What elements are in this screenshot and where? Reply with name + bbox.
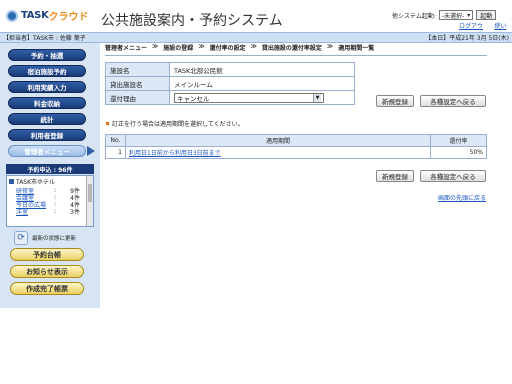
system-select[interactable]: -未選択- ▾ xyxy=(438,10,474,20)
period-table: No. 適用期間 還付率 1 利用日1日前から利用日3日前まで 50% xyxy=(105,134,487,159)
breadcrumb-item: 適用期間一覧 xyxy=(338,45,375,52)
bullet-icon xyxy=(106,122,109,125)
square-bullet-icon xyxy=(9,179,14,184)
room-link[interactable]: 洋室 xyxy=(16,207,54,216)
col-rate-header: 還付率 xyxy=(430,134,487,147)
row-rate: 50% xyxy=(430,146,487,159)
facility-value: TASK北部公民館 xyxy=(169,62,355,77)
status-bar: 【担当者】TASK市 : 佐藤 葉子 【本日】平成21年 3月 5日(木) xyxy=(0,32,512,43)
today-date: 【本日】平成21年 3月 5日(木) xyxy=(425,35,509,42)
reason-select[interactable]: キャンセル ▼ xyxy=(174,92,324,103)
app-title: 公共施設案内・予約システム xyxy=(101,13,283,29)
reservation-count-header: 予約申込 : 96件 xyxy=(6,164,94,174)
refresh-icon[interactable]: ⟳ xyxy=(14,231,28,245)
logo-mark-icon xyxy=(6,9,18,22)
menu-lodging-reservation[interactable]: 宿泊施設予約 xyxy=(8,65,86,77)
facility-info-table: 施設名 TASK北部公民館 貸出施設名 メインルーム 還付理由 キャンセル ▼ xyxy=(105,62,355,105)
breadcrumb-separator-icon: ≫ xyxy=(198,43,205,50)
menu-user-registration[interactable]: 利用者登録 xyxy=(8,129,86,141)
new-register-button-bottom[interactable]: 新規登録 xyxy=(376,170,414,182)
menu-usage-input[interactable]: 利用実績入力 xyxy=(8,81,86,93)
menu-fee-collection[interactable]: 料金収納 xyxy=(8,97,86,109)
active-menu-arrow-icon xyxy=(87,146,95,156)
breadcrumb-separator-icon: ≫ xyxy=(152,43,159,50)
logo: TASK クラウド xyxy=(6,8,89,23)
instruction-note: 訂正を行う場合は適用期間を選択してください。 xyxy=(106,119,244,128)
menu-statistics[interactable]: 統計 xyxy=(8,113,86,125)
header: TASK クラウド 公共施設案内・予約システム 他システム起動: -未選択- ▾… xyxy=(0,0,512,39)
report-button[interactable]: 作成完了帳票 xyxy=(10,282,84,295)
new-register-button[interactable]: 新規登録 xyxy=(376,95,414,107)
chevron-down-icon: ▾ xyxy=(467,11,471,19)
menu-reservation-lottery[interactable]: 予約・抽選 xyxy=(8,49,86,61)
period-link[interactable]: 利用日1日前から利用日3日前まで xyxy=(129,150,221,157)
chevron-down-icon: ▼ xyxy=(313,93,321,102)
breadcrumb-item: 管理者メニュー xyxy=(105,45,148,52)
row-no: 1 xyxy=(105,146,126,159)
room-count: 3件 xyxy=(70,209,80,216)
brand-sub: クラウド xyxy=(48,12,89,23)
launch-button[interactable]: 起動 xyxy=(476,10,497,20)
brand-main: TASK xyxy=(21,10,49,21)
col-period-header: 適用期間 xyxy=(125,134,431,147)
notice-button[interactable]: お知らせ表示 xyxy=(10,265,84,278)
breadcrumb-item: 貸出施設の還付率設定 xyxy=(261,45,322,52)
col-no-header: No. xyxy=(105,134,126,147)
refresh-control[interactable]: ⟳ 最新の状態に更新 xyxy=(14,231,76,245)
room-label: 貸出施設名 xyxy=(105,76,170,91)
back-to-settings-button[interactable]: 各種設定へ戻る xyxy=(420,95,486,107)
divider xyxy=(105,55,487,56)
reason-label: 還付理由 xyxy=(105,90,170,105)
table-row: 1 利用日1日前から利用日3日前まで 50% xyxy=(105,146,487,159)
breadcrumb-separator-icon: ≫ xyxy=(250,43,257,50)
refresh-label: 最新の状態に更新 xyxy=(32,236,77,242)
back-to-settings-button-bottom[interactable]: 各種設定へ戻る xyxy=(420,170,486,182)
facility-label: 施設名 xyxy=(105,62,170,77)
list-item: 洋室 : 3件 xyxy=(16,207,80,216)
system-launch: 他システム起動: -未選択- ▾ 起動 xyxy=(392,10,497,20)
reservation-list: TASK市ホテル 研修室 : 9件 会議室 : 4件 今日の広場 : 4件 洋室… xyxy=(6,175,94,227)
scrollbar-thumb[interactable] xyxy=(88,184,92,202)
menu-admin[interactable]: 管理者メニュー xyxy=(8,145,86,157)
user-info: 【担当者】TASK市 : 佐藤 葉子 xyxy=(3,35,86,42)
breadcrumb-item: 施設の登録 xyxy=(163,45,194,52)
page-top-link[interactable]: 画面の先頭に戻る xyxy=(438,193,486,202)
ledger-button[interactable]: 予約台帳 xyxy=(10,248,84,261)
breadcrumb: 管理者メニュー ≫ 施設の登録 ≫ 還付率の設定 ≫ 貸出施設の還付率設定 ≫ … xyxy=(105,43,374,52)
reservation-scrollbar[interactable] xyxy=(86,176,93,226)
system-label: 他システム起動: xyxy=(392,12,436,20)
breadcrumb-item: 還付率の設定 xyxy=(209,45,246,52)
table-header-row: No. 適用期間 還付率 xyxy=(105,134,487,147)
breadcrumb-separator-icon: ≫ xyxy=(326,43,334,50)
room-value: メインルーム xyxy=(169,76,355,91)
